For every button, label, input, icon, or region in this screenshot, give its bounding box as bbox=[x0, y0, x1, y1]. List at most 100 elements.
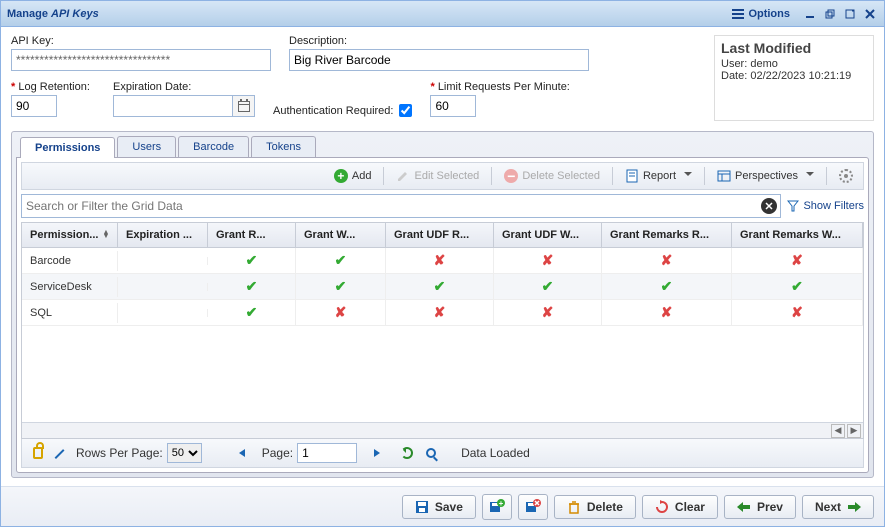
last-modified-user-label: User: bbox=[721, 58, 750, 70]
edit-selected-button: Edit Selected bbox=[390, 167, 485, 185]
footer: Save + Delete Clear Prev Next bbox=[1, 486, 884, 526]
cell-expiration bbox=[118, 257, 208, 265]
prev-page-button[interactable] bbox=[232, 443, 252, 463]
col-grant-r[interactable]: Grant R... bbox=[208, 223, 296, 247]
report-label: Report bbox=[643, 170, 676, 182]
gear-icon bbox=[839, 169, 853, 183]
col-expiration[interactable]: Expiration ... bbox=[118, 223, 208, 247]
titlebar: Manage API Keys Options bbox=[1, 1, 884, 27]
cell-grant: ✘ bbox=[732, 300, 863, 325]
wand-button[interactable] bbox=[52, 443, 72, 463]
horizontal-scrollbar[interactable]: ◀ ▶ bbox=[22, 422, 863, 438]
check-icon: ✔ bbox=[542, 278, 554, 294]
col-grant-remarks-r[interactable]: Grant Remarks R... bbox=[602, 223, 732, 247]
check-icon: ✔ bbox=[335, 278, 347, 294]
description-field[interactable] bbox=[289, 49, 589, 71]
separator bbox=[491, 167, 492, 185]
cell-grant: ✔ bbox=[602, 274, 732, 299]
add-button[interactable]: +Add bbox=[328, 167, 378, 185]
save-new-icon: + bbox=[489, 499, 505, 515]
delete-icon: − bbox=[504, 169, 518, 183]
cell-permission: SQL bbox=[22, 303, 118, 323]
options-button[interactable]: Options bbox=[732, 8, 790, 20]
col-permission[interactable]: Permission...▲▼ bbox=[22, 223, 118, 247]
window-title: API Keys bbox=[51, 8, 99, 20]
cell-grant: ✔ bbox=[208, 274, 296, 299]
close-button[interactable] bbox=[862, 6, 878, 22]
sort-icon: ▲▼ bbox=[102, 231, 109, 239]
page-label: Page: bbox=[262, 446, 293, 460]
lock-icon bbox=[33, 447, 43, 459]
next-record-button[interactable]: Next bbox=[802, 495, 874, 519]
save-button[interactable]: Save bbox=[402, 495, 476, 519]
grid-toolbar: +Add Edit Selected −Delete Selected Repo… bbox=[21, 162, 864, 190]
cell-grant: ✔ bbox=[296, 274, 386, 299]
expiration-date-label: Expiration Date: bbox=[113, 81, 255, 93]
clear-button[interactable]: Clear bbox=[642, 495, 718, 519]
settings-button[interactable] bbox=[833, 167, 859, 185]
perspectives-dropdown[interactable]: Perspectives bbox=[711, 167, 820, 185]
separator bbox=[383, 167, 384, 185]
cell-grant: ✘ bbox=[494, 248, 602, 273]
col-grant-remarks-w[interactable]: Grant Remarks W... bbox=[732, 223, 863, 247]
clear-label: Clear bbox=[675, 500, 705, 514]
maximize-button[interactable] bbox=[842, 6, 858, 22]
auth-required-checkbox[interactable] bbox=[399, 104, 412, 117]
rows-per-page-label: Rows Per Page: bbox=[76, 446, 163, 460]
page-input[interactable] bbox=[297, 443, 357, 463]
tab-tokens[interactable]: Tokens bbox=[251, 136, 316, 157]
save-close-icon bbox=[525, 499, 541, 515]
last-modified-panel: Last Modified User: demo Date: 02/22/202… bbox=[714, 35, 874, 121]
cell-grant: ✔ bbox=[732, 274, 863, 299]
options-label: Options bbox=[748, 8, 790, 20]
expiration-date-field[interactable] bbox=[113, 95, 233, 117]
clear-icon bbox=[655, 500, 669, 514]
next-page-button[interactable] bbox=[367, 443, 387, 463]
api-key-field[interactable] bbox=[11, 49, 271, 71]
restore-button[interactable] bbox=[822, 6, 838, 22]
table-row[interactable]: Barcode✔✔✘✘✘✘ bbox=[22, 248, 863, 274]
tab-barcode[interactable]: Barcode bbox=[178, 136, 249, 157]
table-row[interactable]: ServiceDesk✔✔✔✔✔✔ bbox=[22, 274, 863, 300]
cell-grant: ✘ bbox=[602, 248, 732, 273]
separator bbox=[826, 167, 827, 185]
limit-requests-label: Limit Requests Per Minute: bbox=[430, 81, 570, 93]
cross-icon: ✘ bbox=[791, 304, 803, 320]
limit-requests-field[interactable] bbox=[430, 95, 476, 117]
scroll-right-button[interactable]: ▶ bbox=[847, 424, 861, 438]
cell-expiration bbox=[118, 283, 208, 291]
prev-record-button[interactable]: Prev bbox=[724, 495, 796, 519]
calendar-button[interactable] bbox=[233, 95, 255, 117]
save-close-button[interactable] bbox=[518, 494, 548, 520]
save-icon bbox=[415, 500, 429, 514]
lock-button[interactable] bbox=[28, 443, 48, 463]
search-input[interactable] bbox=[21, 194, 781, 218]
show-filters-button[interactable]: Show Filters bbox=[787, 200, 864, 212]
col-grant-udf-r[interactable]: Grant UDF R... bbox=[386, 223, 494, 247]
report-dropdown[interactable]: Report bbox=[619, 167, 698, 185]
delete-label: Delete bbox=[587, 500, 623, 514]
refresh-button[interactable] bbox=[397, 443, 417, 463]
add-icon: + bbox=[334, 169, 348, 183]
search-page-button[interactable] bbox=[421, 443, 441, 463]
col-grant-w[interactable]: Grant W... bbox=[296, 223, 386, 247]
perspectives-icon bbox=[717, 169, 731, 183]
log-retention-field[interactable] bbox=[11, 95, 57, 117]
cell-grant: ✘ bbox=[386, 248, 494, 273]
tab-users[interactable]: Users bbox=[117, 136, 176, 157]
cell-grant: ✘ bbox=[494, 300, 602, 325]
cell-grant: ✔ bbox=[208, 248, 296, 273]
rows-per-page-select[interactable]: 50 bbox=[167, 443, 202, 463]
delete-button[interactable]: Delete bbox=[554, 495, 636, 519]
minimize-button[interactable] bbox=[802, 6, 818, 22]
last-modified-title: Last Modified bbox=[721, 40, 867, 56]
col-grant-udf-w[interactable]: Grant UDF W... bbox=[494, 223, 602, 247]
table-row[interactable]: SQL✔✘✘✘✘✘ bbox=[22, 300, 863, 326]
auth-required-label: Authentication Required: bbox=[273, 105, 393, 117]
show-filters-label: Show Filters bbox=[803, 200, 864, 212]
permissions-grid: Permission...▲▼ Expiration ... Grant R..… bbox=[21, 222, 864, 439]
last-modified-user: demo bbox=[750, 58, 778, 70]
scroll-left-button[interactable]: ◀ bbox=[831, 424, 845, 438]
tab-permissions[interactable]: Permissions bbox=[20, 137, 115, 158]
save-new-button[interactable]: + bbox=[482, 494, 512, 520]
